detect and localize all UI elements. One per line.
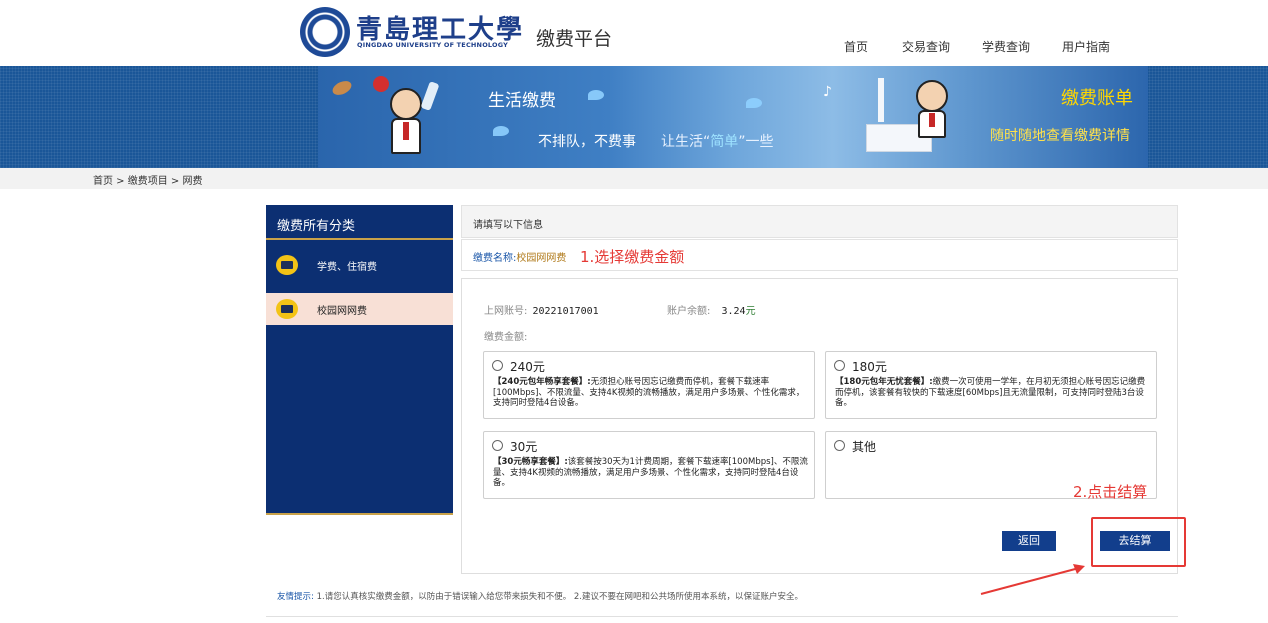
fee-name-label: 缴费名称:校园网网费: [473, 249, 566, 264]
option-30[interactable]: 30元 【30元畅享套餐】:该套餐按30天为1计费周期，套餐下载速率[100Mb…: [483, 431, 815, 499]
bird-icon: [493, 126, 509, 136]
form-header-title: 请填写以下信息: [473, 220, 543, 231]
option-240[interactable]: 240元 【240元包年畅享套餐】:无须担心账号因忘记缴费而停机，套餐下载速率[…: [483, 351, 815, 419]
balance-row: 账户余额: 3.24元: [667, 299, 756, 318]
radio-icon[interactable]: [834, 440, 845, 451]
laptop-icon: [276, 255, 298, 275]
option-title: 【240元包年畅享套餐】:: [493, 377, 591, 387]
tip-key: 友情提示:: [277, 592, 314, 602]
back-button[interactable]: 返回: [1002, 531, 1056, 551]
amount-label: 缴费金额:: [484, 332, 528, 343]
account-label: 上网账号:: [484, 306, 528, 317]
radio-icon[interactable]: [492, 440, 503, 451]
annotation-step2: 2.点击结算: [1073, 483, 1148, 501]
slogan-suffix: ”一些: [738, 134, 774, 150]
banner-bill-title: 缴费账单: [1061, 88, 1133, 109]
fee-name-value: 校园网网费: [516, 253, 567, 264]
balance-unit: 元: [745, 306, 756, 317]
option-label: 其他: [852, 440, 877, 454]
slogan-highlight: 简单: [710, 134, 739, 150]
category-sidebar: 缴费所有分类 学费、住宿费 校园网网费: [266, 205, 453, 515]
sidebar-item-campus-network[interactable]: 校园网网费: [266, 293, 453, 325]
site-header: 青島理工大學 QINGDAO UNIVERSITY OF TECHNOLOGY …: [0, 0, 1268, 66]
nav-transaction-query[interactable]: 交易查询: [902, 38, 950, 55]
tip-text: 1.请您认真核实缴费金额，以防由于错误输入给您带来损失和不便。 2.建议不要在网…: [316, 592, 804, 602]
university-name-en: QINGDAO UNIVERSITY OF TECHNOLOGY: [357, 41, 509, 49]
balance-value: 3.24: [721, 306, 746, 317]
option-description: 【240元包年畅享套餐】:无须担心账号因忘记缴费而停机，套餐下载速率[100Mb…: [493, 377, 808, 409]
sidebar-item-label: 学费、住宿费: [317, 262, 377, 273]
balance-label: 账户余额:: [667, 306, 711, 317]
sidebar-header: 缴费所有分类: [266, 205, 453, 240]
nav-tuition-query[interactable]: 学费查询: [982, 38, 1030, 55]
nav-user-guide[interactable]: 用户指南: [1062, 38, 1110, 55]
footer-divider: [266, 616, 1178, 617]
slogan-prefix: 让生活“: [661, 134, 711, 150]
banner-art: 生活缴费 不排队，不费事 让生活“简单”一些 ♪ 缴费账单 随时随地查看缴费详情: [318, 66, 1148, 168]
radio-icon[interactable]: [492, 360, 503, 371]
breadcrumb-bar: 首页 > 缴费项目 > 网费: [0, 168, 1268, 189]
option-description: 【180元包年无忧套餐】:缴费一次可使用一学年，在月初无须担心账号因忘记缴费而停…: [835, 377, 1150, 409]
option-title: 【180元包年无忧套餐】:: [835, 377, 933, 387]
banner-bill-subtitle: 随时随地查看缴费详情: [990, 128, 1130, 144]
option-title: 【30元畅享套餐】:: [493, 457, 568, 467]
option-label: 30元: [510, 440, 538, 454]
annotation-step1: 1.选择缴费金额: [580, 248, 685, 266]
nav-home[interactable]: 首页: [844, 38, 868, 55]
option-label: 180元: [852, 360, 887, 374]
fee-name-key: 缴费名称:: [473, 253, 517, 264]
fee-name-panel: 缴费名称:校园网网费: [461, 239, 1178, 271]
laptop-icon: [276, 299, 298, 319]
sidebar-title: 缴费所有分类: [277, 219, 356, 234]
banner-slogan-no-queue: 不排队，不费事: [538, 134, 636, 150]
annotation-arrow-icon: [980, 564, 1085, 595]
account-row: 上网账号: 20221017001: [484, 299, 599, 318]
radio-icon[interactable]: [834, 360, 845, 371]
option-label: 240元: [510, 360, 545, 374]
payment-form: 上网账号: 20221017001 账户余额: 3.24元 缴费金额: 240元…: [461, 278, 1178, 574]
account-value: 20221017001: [532, 306, 599, 317]
platform-title: 缴费平台: [536, 28, 613, 50]
promo-banner: 生活缴费 不排队，不费事 让生活“简单”一些 ♪ 缴费账单 随时随地查看缴费详情: [0, 66, 1268, 168]
university-seal-logo[interactable]: [300, 7, 350, 57]
bird-icon: [746, 98, 762, 108]
breadcrumb[interactable]: 首页 > 缴费项目 > 网费: [93, 172, 202, 187]
friendly-tip: 友情提示: 1.请您认真核实缴费金额，以防由于错误输入给您带来损失和不便。 2.…: [277, 590, 803, 602]
bird-icon: [588, 90, 604, 100]
sidebar-item-label: 校园网网费: [317, 306, 367, 317]
banner-life-payment-title: 生活缴费: [488, 91, 556, 111]
option-180[interactable]: 180元 【180元包年无忧套餐】:缴费一次可使用一学年，在月初无须担心账号因忘…: [825, 351, 1157, 419]
banner-slogan-simple: 让生活“简单”一些: [661, 131, 774, 151]
form-header-panel: 请填写以下信息: [461, 205, 1178, 238]
annotation-highlight-box: [1091, 517, 1186, 567]
sidebar-item-tuition-accommodation[interactable]: 学费、住宿费: [266, 249, 453, 281]
option-description: 【30元畅享套餐】:该套餐按30天为1计费周期，套餐下载速率[100Mbps]、…: [493, 457, 808, 489]
